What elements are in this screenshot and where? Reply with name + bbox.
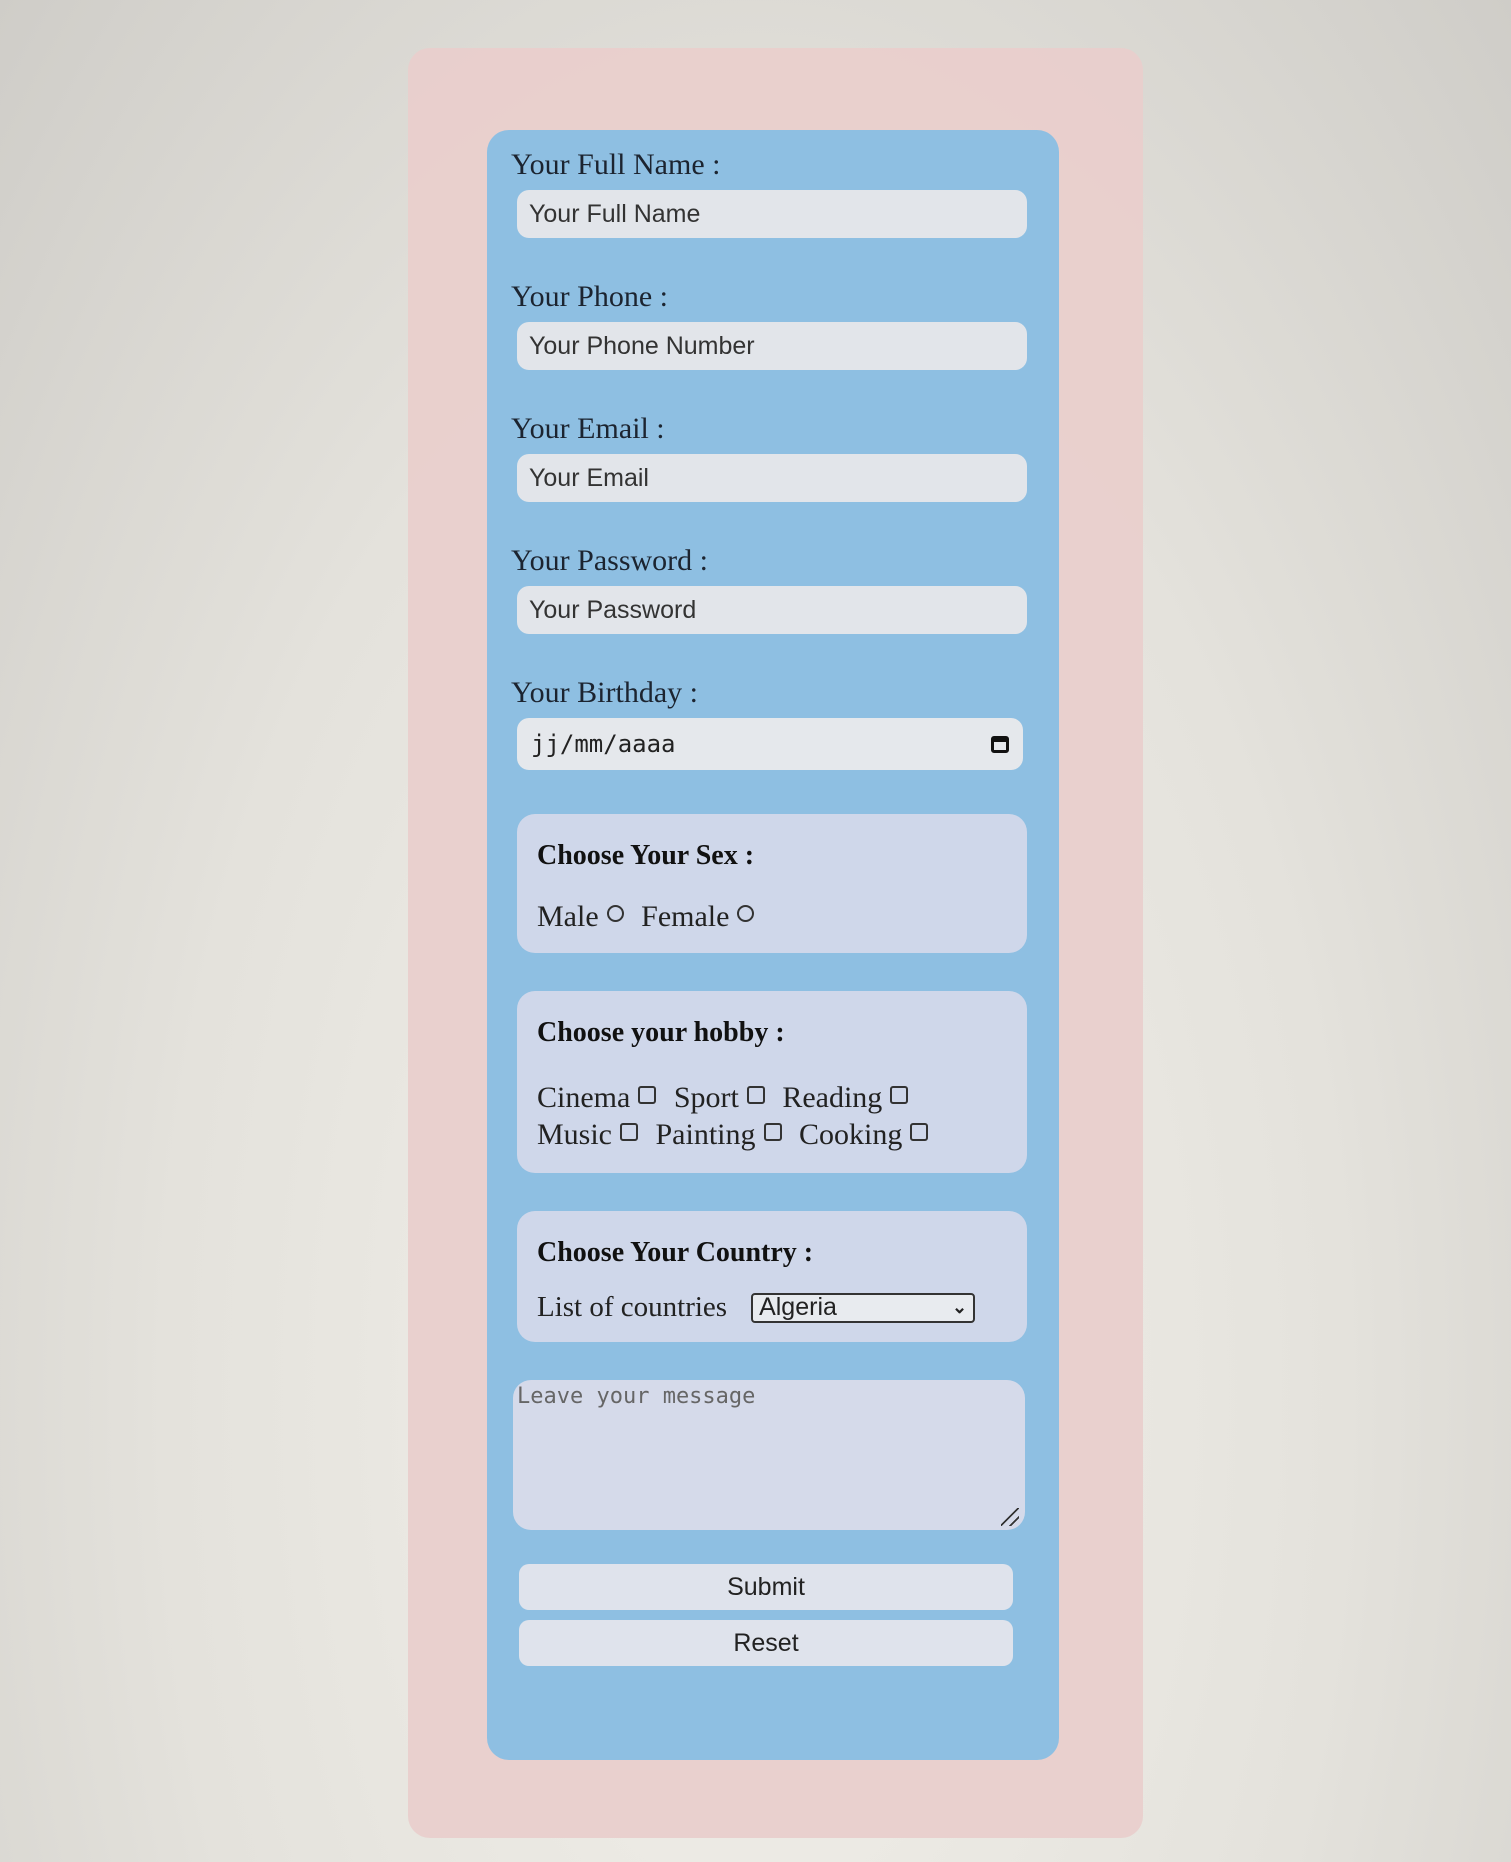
calendar-icon[interactable] — [991, 735, 1009, 753]
phone-label: Your Phone : — [511, 280, 668, 313]
hobby-option-painting: Painting — [656, 1116, 782, 1153]
email-input[interactable]: Your Email — [517, 454, 1027, 502]
painting-label: Painting — [655, 1118, 756, 1151]
cinema-label: Cinema — [537, 1081, 631, 1114]
cooking-checkbox[interactable] — [910, 1123, 929, 1141]
hobby-option-sport: Sport — [674, 1079, 765, 1116]
music-label: Music — [537, 1118, 612, 1151]
sex-option-female: Female — [641, 898, 755, 935]
country-panel: Choose Your Country : List of countries … — [517, 1211, 1027, 1342]
birthday-label: Your Birthday : — [511, 676, 698, 709]
sport-checkbox[interactable] — [746, 1086, 765, 1104]
hobby-panel: Choose your hobby : Cinema Sport Reading… — [517, 991, 1027, 1173]
hobby-panel-title: Choose your hobby : — [537, 1017, 785, 1048]
female-label: Female — [641, 900, 730, 933]
hobby-row-1: Cinema Sport Reading — [537, 1079, 1007, 1116]
male-radio[interactable] — [606, 905, 624, 922]
registration-form: Your Full Name : Your Full Name Your Pho… — [487, 130, 1059, 1760]
phone-input[interactable]: Your Phone Number — [517, 322, 1027, 370]
full-name-input[interactable]: Your Full Name — [517, 190, 1027, 238]
resize-handle-icon[interactable] — [1001, 1508, 1019, 1526]
sex-options: Male Female — [537, 898, 1007, 935]
male-label: Male — [537, 900, 599, 933]
sex-panel: Choose Your Sex : Male Female — [517, 814, 1027, 953]
message-placeholder: Leave your message — [517, 1384, 756, 1409]
hobby-option-reading: Reading — [782, 1079, 909, 1116]
hobby-option-cooking: Cooking — [799, 1116, 929, 1153]
cooking-label: Cooking — [799, 1118, 903, 1151]
password-input[interactable]: Your Password — [517, 586, 1027, 634]
sex-panel-title: Choose Your Sex : — [537, 840, 755, 871]
sport-label: Sport — [673, 1081, 739, 1114]
painting-checkbox[interactable] — [763, 1123, 782, 1141]
password-label: Your Password : — [511, 544, 708, 577]
hobby-option-music: Music — [537, 1116, 638, 1153]
full-name-label: Your Full Name : — [511, 148, 721, 181]
country-select[interactable]: Algeria ⌄ — [751, 1292, 976, 1323]
submit-button[interactable]: Submit — [519, 1564, 1013, 1610]
birthday-date-input[interactable]: jj/mm/aaaa — [517, 718, 1023, 770]
message-textarea[interactable]: Leave your message — [513, 1380, 1025, 1530]
country-list-label: List of countries — [537, 1291, 728, 1323]
country-panel-title: Choose Your Country : — [537, 1237, 814, 1268]
chevron-down-icon: ⌄ — [951, 1297, 968, 1317]
country-selected-value: Algeria — [759, 1293, 837, 1321]
hobby-row-2: Music Painting Cooking — [537, 1116, 1007, 1153]
cinema-checkbox[interactable] — [638, 1086, 657, 1104]
birthday-placeholder: jj/mm/aaaa — [531, 730, 676, 758]
country-row: List of countries Algeria ⌄ — [537, 1291, 1007, 1324]
music-checkbox[interactable] — [620, 1123, 638, 1141]
female-radio[interactable] — [737, 905, 755, 922]
reading-checkbox[interactable] — [890, 1086, 909, 1104]
sex-option-male: Male — [537, 898, 624, 935]
reset-button[interactable]: Reset — [519, 1620, 1013, 1666]
hobby-option-cinema: Cinema — [537, 1079, 657, 1116]
email-label: Your Email : — [511, 412, 665, 445]
reading-label: Reading — [782, 1081, 883, 1114]
